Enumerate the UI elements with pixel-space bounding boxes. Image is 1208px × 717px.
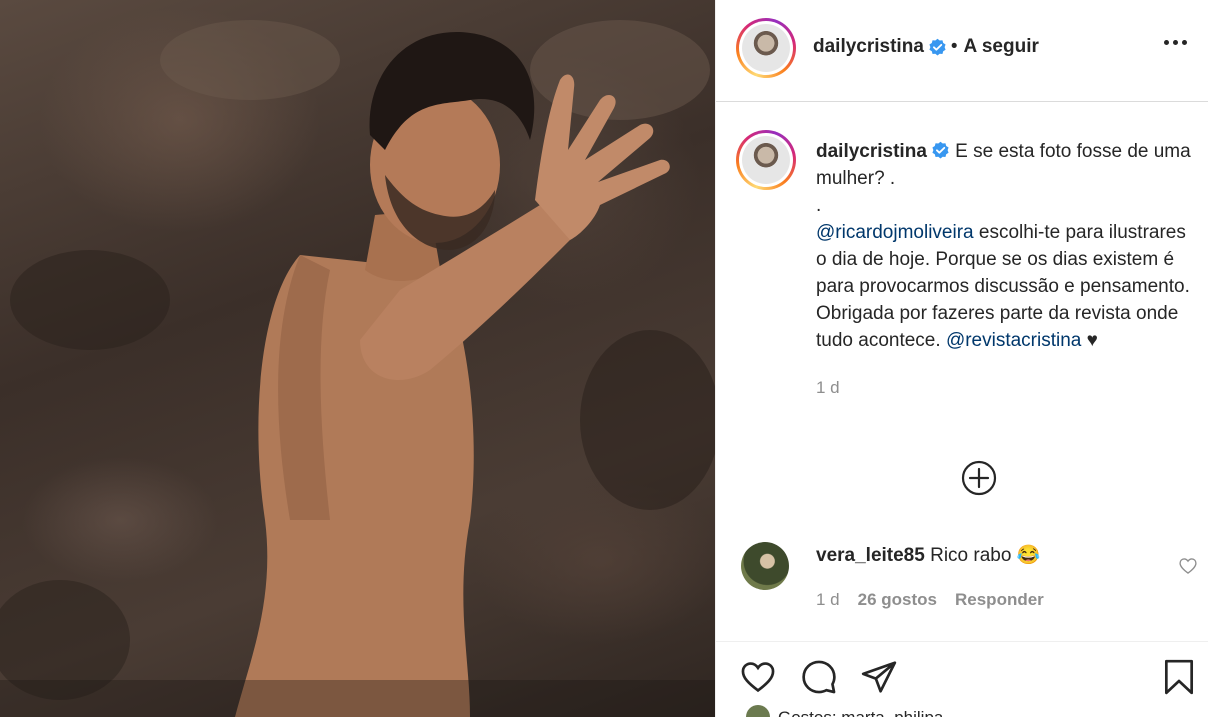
- post-header: dailycristina • A seguir: [716, 0, 1208, 102]
- comment-text: Rico rabo: [930, 545, 1012, 566]
- post-image[interactable]: [0, 0, 715, 717]
- comment-likes[interactable]: 26 gostos: [858, 590, 937, 610]
- comment: vera_leite85 Rico rabo 😂: [816, 542, 1040, 569]
- post-caption: dailycristina E se esta foto fosse de um…: [816, 138, 1196, 401]
- reply-button[interactable]: Responder: [955, 590, 1044, 610]
- bookmark-icon[interactable]: [1159, 658, 1199, 696]
- post-image-illustration: [0, 20, 715, 717]
- header-username[interactable]: dailycristina: [813, 36, 924, 58]
- laughing-emoji: 😂: [1016, 545, 1041, 566]
- heart-icon[interactable]: [738, 658, 778, 696]
- comment-like-icon[interactable]: [1178, 556, 1198, 576]
- caption-username[interactable]: dailycristina: [816, 141, 927, 162]
- caption-line-2: .: [816, 195, 822, 216]
- caption-avatar[interactable]: [736, 130, 796, 190]
- more-options-icon[interactable]: [1164, 40, 1187, 45]
- comment-icon[interactable]: [799, 658, 839, 696]
- plus-circle-icon[interactable]: [961, 460, 997, 496]
- heart-symbol: ♥: [1086, 330, 1098, 351]
- liker-avatar: [746, 705, 770, 717]
- header-separator: •: [950, 36, 958, 57]
- mention-link[interactable]: @revistacristina: [946, 330, 1081, 351]
- likes-summary-text: Gostos: marta_philipa: [778, 708, 943, 717]
- comment-meta: 1 d 26 gostos Responder: [816, 590, 1044, 610]
- following-button[interactable]: A seguir: [964, 36, 1039, 58]
- verified-badge-icon: [932, 141, 949, 159]
- verified-badge-icon: [929, 38, 946, 55]
- mention-link[interactable]: @ricardojmoliveira: [816, 222, 974, 243]
- comment-username[interactable]: vera_leite85: [816, 545, 925, 566]
- comment-timestamp[interactable]: 1 d: [816, 590, 840, 610]
- caption-timestamp[interactable]: 1 d: [816, 374, 1196, 401]
- comment-avatar[interactable]: [741, 542, 789, 590]
- likes-summary[interactable]: Gostos: marta_philipa: [746, 705, 943, 717]
- send-icon[interactable]: [859, 658, 899, 696]
- header-user-line: dailycristina • A seguir: [813, 36, 1039, 58]
- header-avatar[interactable]: [736, 18, 796, 78]
- post-side-panel: dailycristina • A seguir dailycristina E…: [715, 0, 1208, 717]
